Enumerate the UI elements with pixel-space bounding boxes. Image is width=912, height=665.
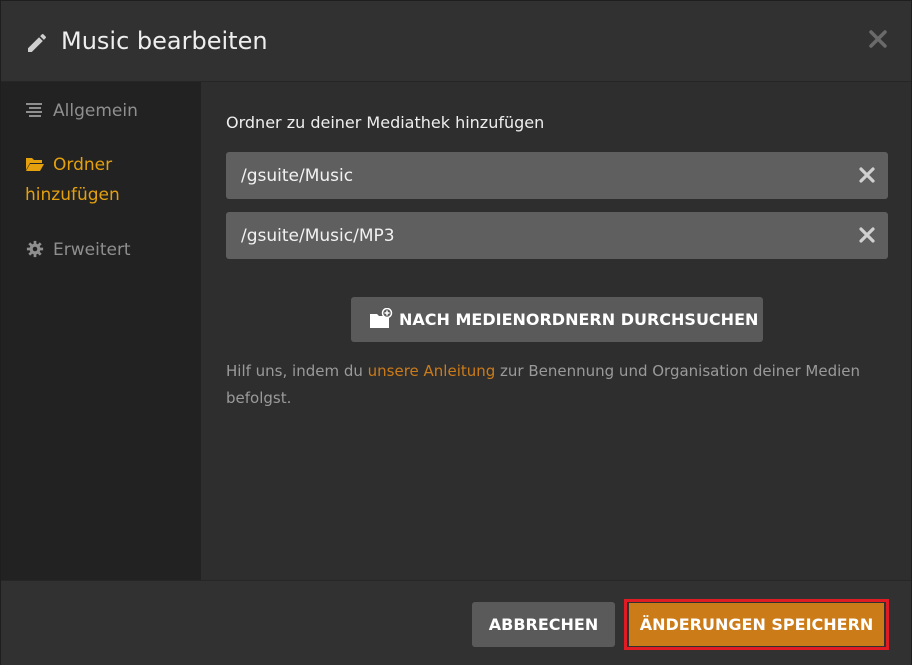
browse-media-folders-button[interactable]: NACH MEDIENORDNERN DURCHSUCHEN <box>351 297 763 342</box>
dialog-title: Music bearbeiten <box>61 27 268 55</box>
gear-icon <box>26 240 44 258</box>
cancel-button[interactable]: ABBRECHEN <box>472 602 615 647</box>
folder-path: /gsuite/Music <box>241 166 354 186</box>
sidebar: Allgemein Ordner hinzufügen Erweitert <box>1 82 201 580</box>
edit-library-dialog: Music bearbeiten Allgemein Ordner hinzuf… <box>0 0 912 665</box>
close-icon[interactable] <box>867 28 889 50</box>
folder-path: /gsuite/Music/MP3 <box>241 226 395 246</box>
browse-button-label: NACH MEDIENORDNERN DURCHSUCHEN <box>399 310 759 329</box>
sidebar-item-advanced[interactable]: Erweitert <box>25 235 131 265</box>
help-text: Hilf uns, indem du unsere Anleitung zur … <box>226 358 886 412</box>
section-label: Ordner zu deiner Mediathek hinzufügen <box>226 113 545 132</box>
dialog-footer: ABBRECHEN ÄNDERUNGEN SPEICHERN <box>1 580 911 665</box>
guide-link[interactable]: unsere Anleitung <box>368 362 496 380</box>
pencil-icon <box>28 33 47 52</box>
sidebar-item-general[interactable]: Allgemein <box>25 96 138 126</box>
folder-path-row: /gsuite/Music <box>226 152 888 199</box>
sidebar-item-label: Erweitert <box>53 240 131 260</box>
sidebar-item-label: Allgemein <box>53 101 138 121</box>
folder-path-row: /gsuite/Music/MP3 <box>226 212 888 259</box>
help-text-before: Hilf uns, indem du <box>226 362 368 380</box>
remove-folder-icon[interactable] <box>857 225 877 245</box>
content-panel: Ordner zu deiner Mediathek hinzufügen /g… <box>201 82 911 580</box>
remove-folder-icon[interactable] <box>857 165 877 185</box>
sidebar-item-add-folders[interactable]: Ordner hinzufügen <box>25 150 185 210</box>
lines-icon <box>26 103 42 117</box>
folder-add-icon <box>370 308 393 328</box>
dialog-header: Music bearbeiten <box>1 1 911 82</box>
folder-open-icon <box>26 158 44 171</box>
save-changes-button[interactable]: ÄNDERUNGEN SPEICHERN <box>629 603 884 646</box>
